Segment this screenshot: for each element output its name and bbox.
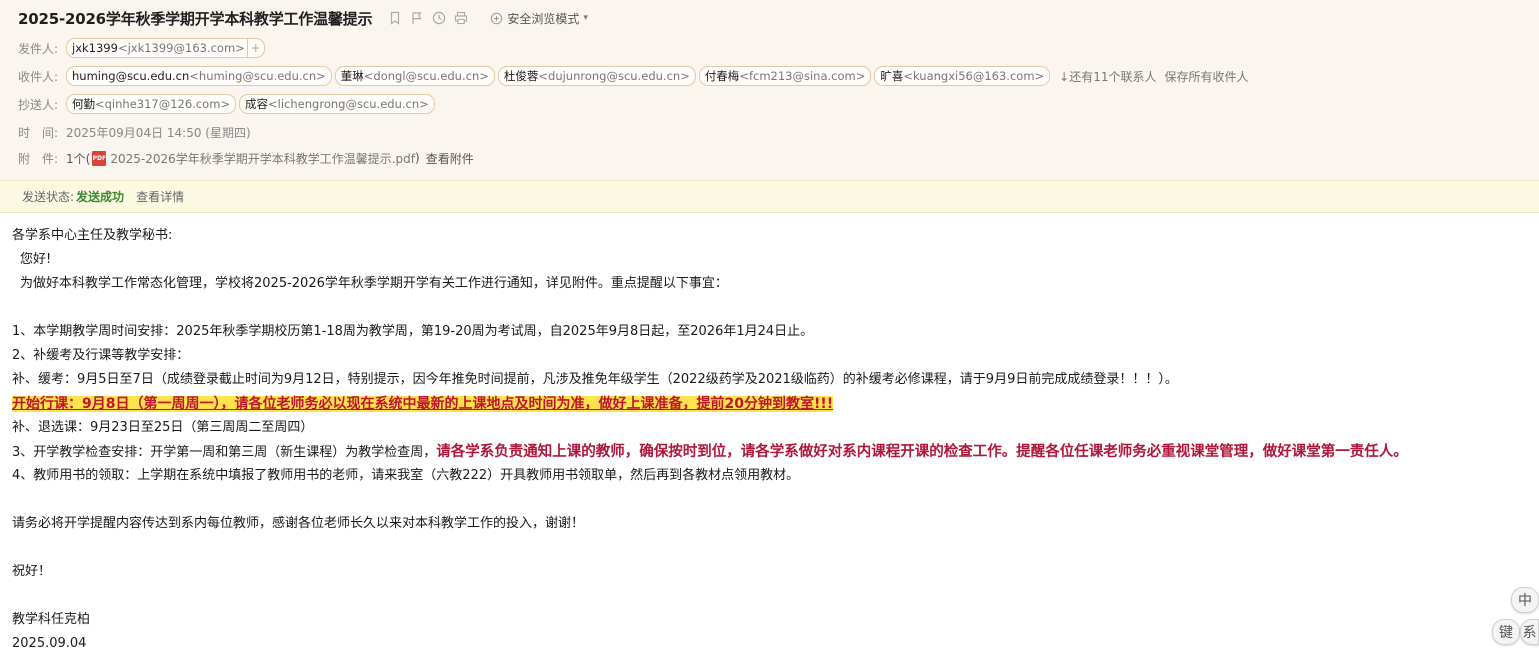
body-item-2a: 补、缓考：9月5日至7日（成绩登录截止时间为9月12日，特别提示，因今年推免时间… (12, 372, 1178, 387)
contact-name: jxk1399 (72, 41, 118, 55)
safe-mode-label: 安全浏览模式 (507, 11, 580, 26)
ime-system-button[interactable]: 系 (1520, 619, 1539, 645)
body-item-2c: 补、退选课：9月23日至25日（第三周周二至周四） (12, 420, 314, 435)
chevron-down-icon: ▾ (583, 13, 588, 23)
send-status-bar: 发送状态: 发送成功 查看详情 (0, 180, 1539, 213)
view-attachment-link[interactable]: 查看附件 (426, 150, 474, 167)
add-contact-icon[interactable]: + (246, 38, 265, 58)
time-row: 时 间: 2025年09月04日 14:50 (星期四) (18, 121, 251, 143)
sent-time: 2025年09月04日 14:50 (星期四) (66, 125, 251, 140)
mail-body: 各学系中心主任及教学秘书: 您好! 为做好本科教学工作常态化管理，学校将2025… (12, 224, 1537, 656)
shield-plus-icon (490, 12, 503, 25)
cc-label: 抄送人: (18, 97, 59, 112)
clock-icon[interactable] (432, 11, 446, 25)
attachment-filename[interactable]: 2025-2026学年秋季学期开学本科教学工作温馨提示.pdf (110, 150, 415, 167)
body-item-3-emphasis: 请各学系负责通知上课的教师，确保按时到位，请各学系做好对系内课程开课的检查工作。… (436, 444, 1408, 460)
ime-chinese-button[interactable]: 中 (1511, 587, 1539, 613)
cc-row: 抄送人: 何勤 <qinhe317@126.com> 成容 <lichengrong… (18, 93, 438, 115)
sender-label: 发件人: (18, 41, 59, 56)
send-status-value: 发送成功 (76, 190, 125, 204)
attachment-count: 1个( (66, 151, 91, 166)
recipients-label: 收件人: (18, 69, 59, 84)
recipient-chip[interactable]: 付春梅 <fcm213@sina.com> (698, 66, 872, 86)
contact-address: <qinhe317@126.com> (95, 97, 231, 111)
safe-mode-dropdown[interactable]: 安全浏览模式 ▾ (490, 10, 588, 27)
contact-name: 何勤 (72, 97, 95, 111)
mail-header: 2025-2026学年秋季学期开学本科教学工作温馨提示 安全浏览模式 ▾ 发件人… (0, 0, 1539, 180)
contact-address: <dujunrong@scu.edu.cn> (538, 69, 690, 83)
attachment-row: 附 件: 1个( PDF 2025-2026学年秋季学期开学本科教学工作温馨提示… (18, 147, 474, 169)
body-item-3: 3、开学教学检查安排：开学第一周和第三周（新生课程）为教学检查周，请各学系负责通… (12, 440, 1537, 464)
more-recipients-link[interactable]: ↓还有11个联系人 (1059, 68, 1156, 85)
contact-name: 董琳 (340, 69, 364, 83)
contact-name: huming@scu.edu.cn (72, 69, 190, 83)
sender-row: 发件人: jxk1399 <jxk1399@163.com> + (18, 37, 265, 59)
body-item-4: 4、教师用书的领取：上学期在系统中填报了教师用书的老师，请来我室（六教222）开… (12, 468, 800, 483)
body-item-2b-highlight: 开始行课：9月8日（第一周周一），请各位老师务必以现在系统中最新的上课地点及时间… (12, 396, 834, 412)
bookmark-icon[interactable] (388, 11, 402, 25)
contact-address: <kuangxi56@163.com> (903, 69, 1045, 83)
pdf-icon: PDF (92, 150, 107, 166)
body-intro: 为做好本科教学工作常态化管理，学校将2025-2026学年秋季学期开学有关工作进… (20, 276, 728, 291)
print-icon[interactable] (454, 11, 468, 25)
subject-row: 2025-2026学年秋季学期开学本科教学工作温馨提示 安全浏览模式 ▾ (18, 6, 588, 30)
contact-address: <lichengrong@scu.edu.cn> (268, 97, 429, 111)
contact-name: 杜俊蓉 (503, 69, 539, 83)
contact-address: <jxk1399@163.com> (117, 41, 245, 55)
body-item-3-prefix: 3、开学教学检查安排：开学第一周和第三周（新生课程）为教学检查周， (12, 445, 437, 460)
body-item-2: 2、补缓考及行课等教学安排： (12, 348, 190, 363)
send-status-label: 发送状态: (22, 190, 75, 204)
mail-subject: 2025-2026学年秋季学期开学本科教学工作温馨提示 (18, 9, 373, 28)
cc-chip[interactable]: 成容 <lichengrong@scu.edu.cn> (239, 94, 435, 114)
recipients-row: 收件人: huming@scu.edu.cn <huming@scu.edu.cn… (18, 65, 1249, 87)
save-all-recipients-link[interactable]: 保存所有收件人 (1165, 68, 1249, 85)
recipient-chip[interactable]: huming@scu.edu.cn <huming@scu.edu.cn> (66, 66, 332, 86)
contact-name: 成容 (245, 97, 269, 111)
body-regards: 祝好！ (12, 564, 52, 579)
ime-keyboard-button[interactable]: 键 (1492, 619, 1520, 645)
subject-toolbar (388, 11, 476, 25)
contact-address: <huming@scu.edu.cn> (189, 69, 326, 83)
view-details-link[interactable]: 查看详情 (136, 188, 184, 205)
attachment-label: 附 件: (18, 151, 59, 166)
recipient-chip[interactable]: 杜俊蓉 <dujunrong@scu.edu.cn> (497, 66, 696, 86)
body-signature: 教学科任克柏 (12, 612, 91, 627)
contact-name: 付春梅 (704, 69, 740, 83)
recipient-chip[interactable]: 董琳 <dongl@scu.edu.cn> (334, 66, 495, 86)
contact-name: 旷喜 (880, 69, 904, 83)
body-hello: 您好! (20, 252, 52, 267)
attachment-close-paren: ) (415, 151, 420, 165)
contact-address: <dongl@scu.edu.cn> (363, 69, 489, 83)
sender-chip[interactable]: jxk1399 <jxk1399@163.com> (66, 38, 251, 58)
contact-address: <fcm213@sina.com> (739, 69, 866, 83)
flag-icon[interactable] (410, 11, 424, 25)
time-label: 时 间: (18, 125, 59, 140)
body-closing: 请务必将开学提醒内容传达到系内每位教师，感谢各位老师长久以来对本科教学工作的投入… (12, 516, 585, 531)
cc-chip[interactable]: 何勤 <qinhe317@126.com> (66, 94, 237, 114)
body-item-1: 1、本学期教学周时间安排：2025年秋季学期校历第1-18周为教学周，第19-2… (12, 324, 814, 339)
body-greeting: 各学系中心主任及教学秘书: (12, 228, 173, 243)
recipient-chip[interactable]: 旷喜 <kuangxi56@163.com> (874, 66, 1051, 86)
body-date: 2025.09.04 (12, 636, 87, 651)
